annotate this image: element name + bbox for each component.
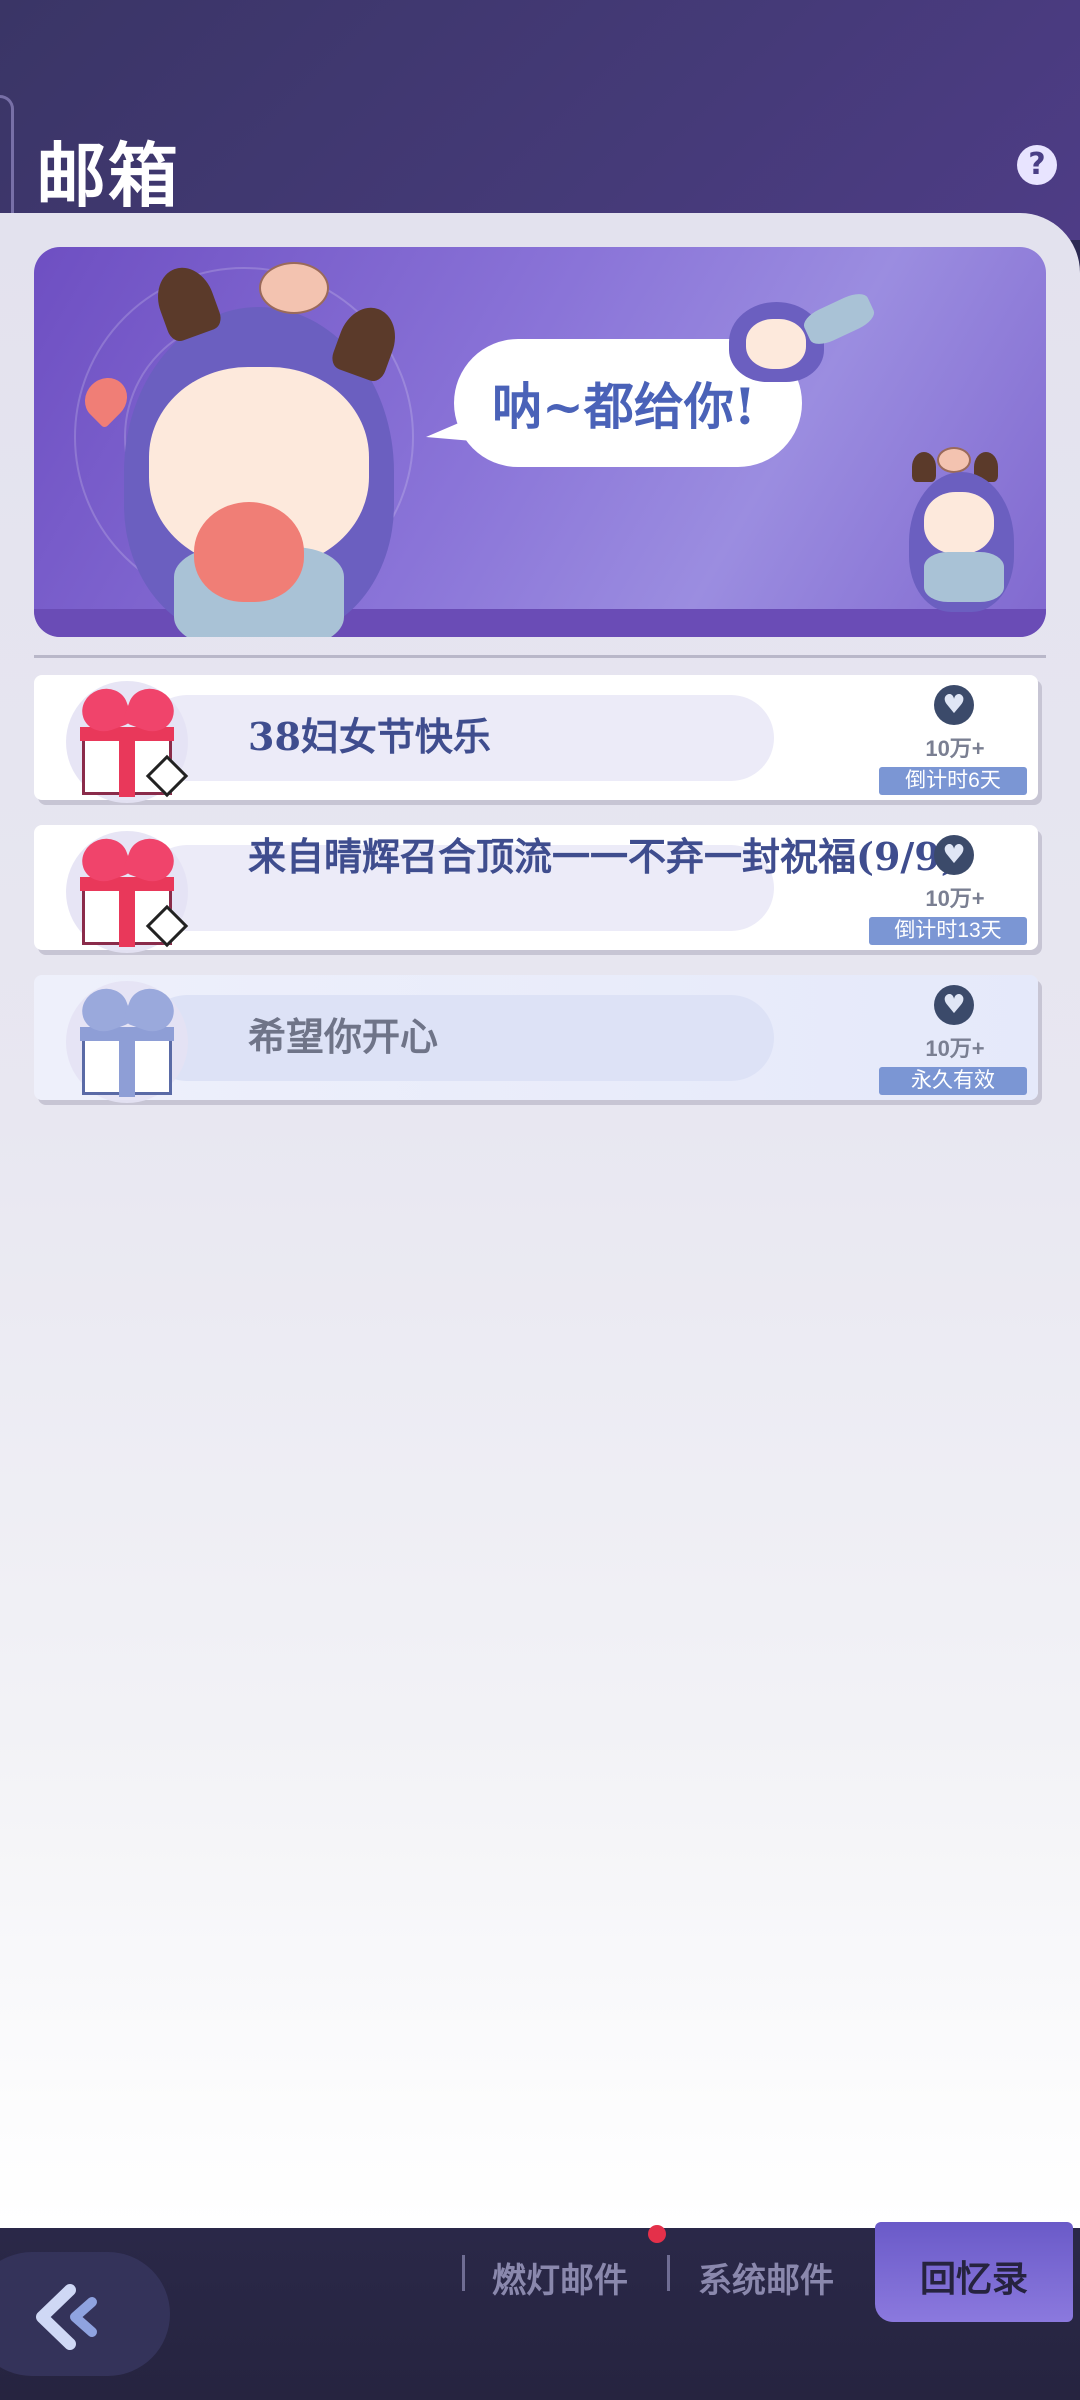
- mail-like-count: 10万+: [925, 736, 985, 761]
- gift-blue-icon: [66, 981, 188, 1103]
- heart-icon: ♥: [934, 985, 974, 1025]
- mail-expire-badge: 倒计时6天: [879, 767, 1027, 795]
- tab-system-mail[interactable]: 系统邮件: [698, 2253, 834, 2302]
- mail-item[interactable]: 38妇女节快乐 ♥ 10万+ 倒计时6天: [34, 675, 1038, 803]
- heart-icon: ♥: [934, 685, 974, 725]
- memory-button-label: 回忆录: [919, 2258, 1028, 2300]
- mail-item[interactable]: 希望你开心 ♥ 10万+ 永久有效: [34, 975, 1038, 1103]
- mailbox-banner: 呐~都给你!: [34, 247, 1046, 637]
- mail-like-count: 10万+: [925, 886, 985, 911]
- tab-separator: [462, 2255, 465, 2291]
- tab-lamp-mail[interactable]: 燃灯邮件: [492, 2253, 628, 2302]
- help-icon[interactable]: ?: [1017, 145, 1057, 185]
- mail-expire-badge: 倒计时13天: [869, 917, 1027, 945]
- notification-dot: [648, 2225, 666, 2243]
- speech-text: 呐~都给你!: [492, 377, 756, 436]
- mail-like-count: 10万+: [925, 1036, 985, 1061]
- mail-title: 38妇女节快乐: [248, 714, 491, 759]
- back-arrow-icon[interactable]: [30, 2282, 110, 2352]
- section-divider: [34, 655, 1046, 658]
- mail-title: 希望你开心: [248, 1014, 439, 1059]
- mail-item[interactable]: 来自晴辉召合顶流一一不弃一封祝福(9/9) ♥ 10万+ 倒计时13天: [34, 825, 1038, 953]
- memory-button[interactable]: 回忆录: [875, 2222, 1073, 2322]
- page-title: 邮箱: [36, 134, 180, 217]
- mail-expire-badge: 永久有效: [879, 1067, 1027, 1095]
- tab-separator: [667, 2255, 670, 2291]
- heart-icon: ♥: [934, 835, 974, 875]
- mail-title: 来自晴辉召合顶流一一不弃一封祝福(9/9): [248, 834, 959, 879]
